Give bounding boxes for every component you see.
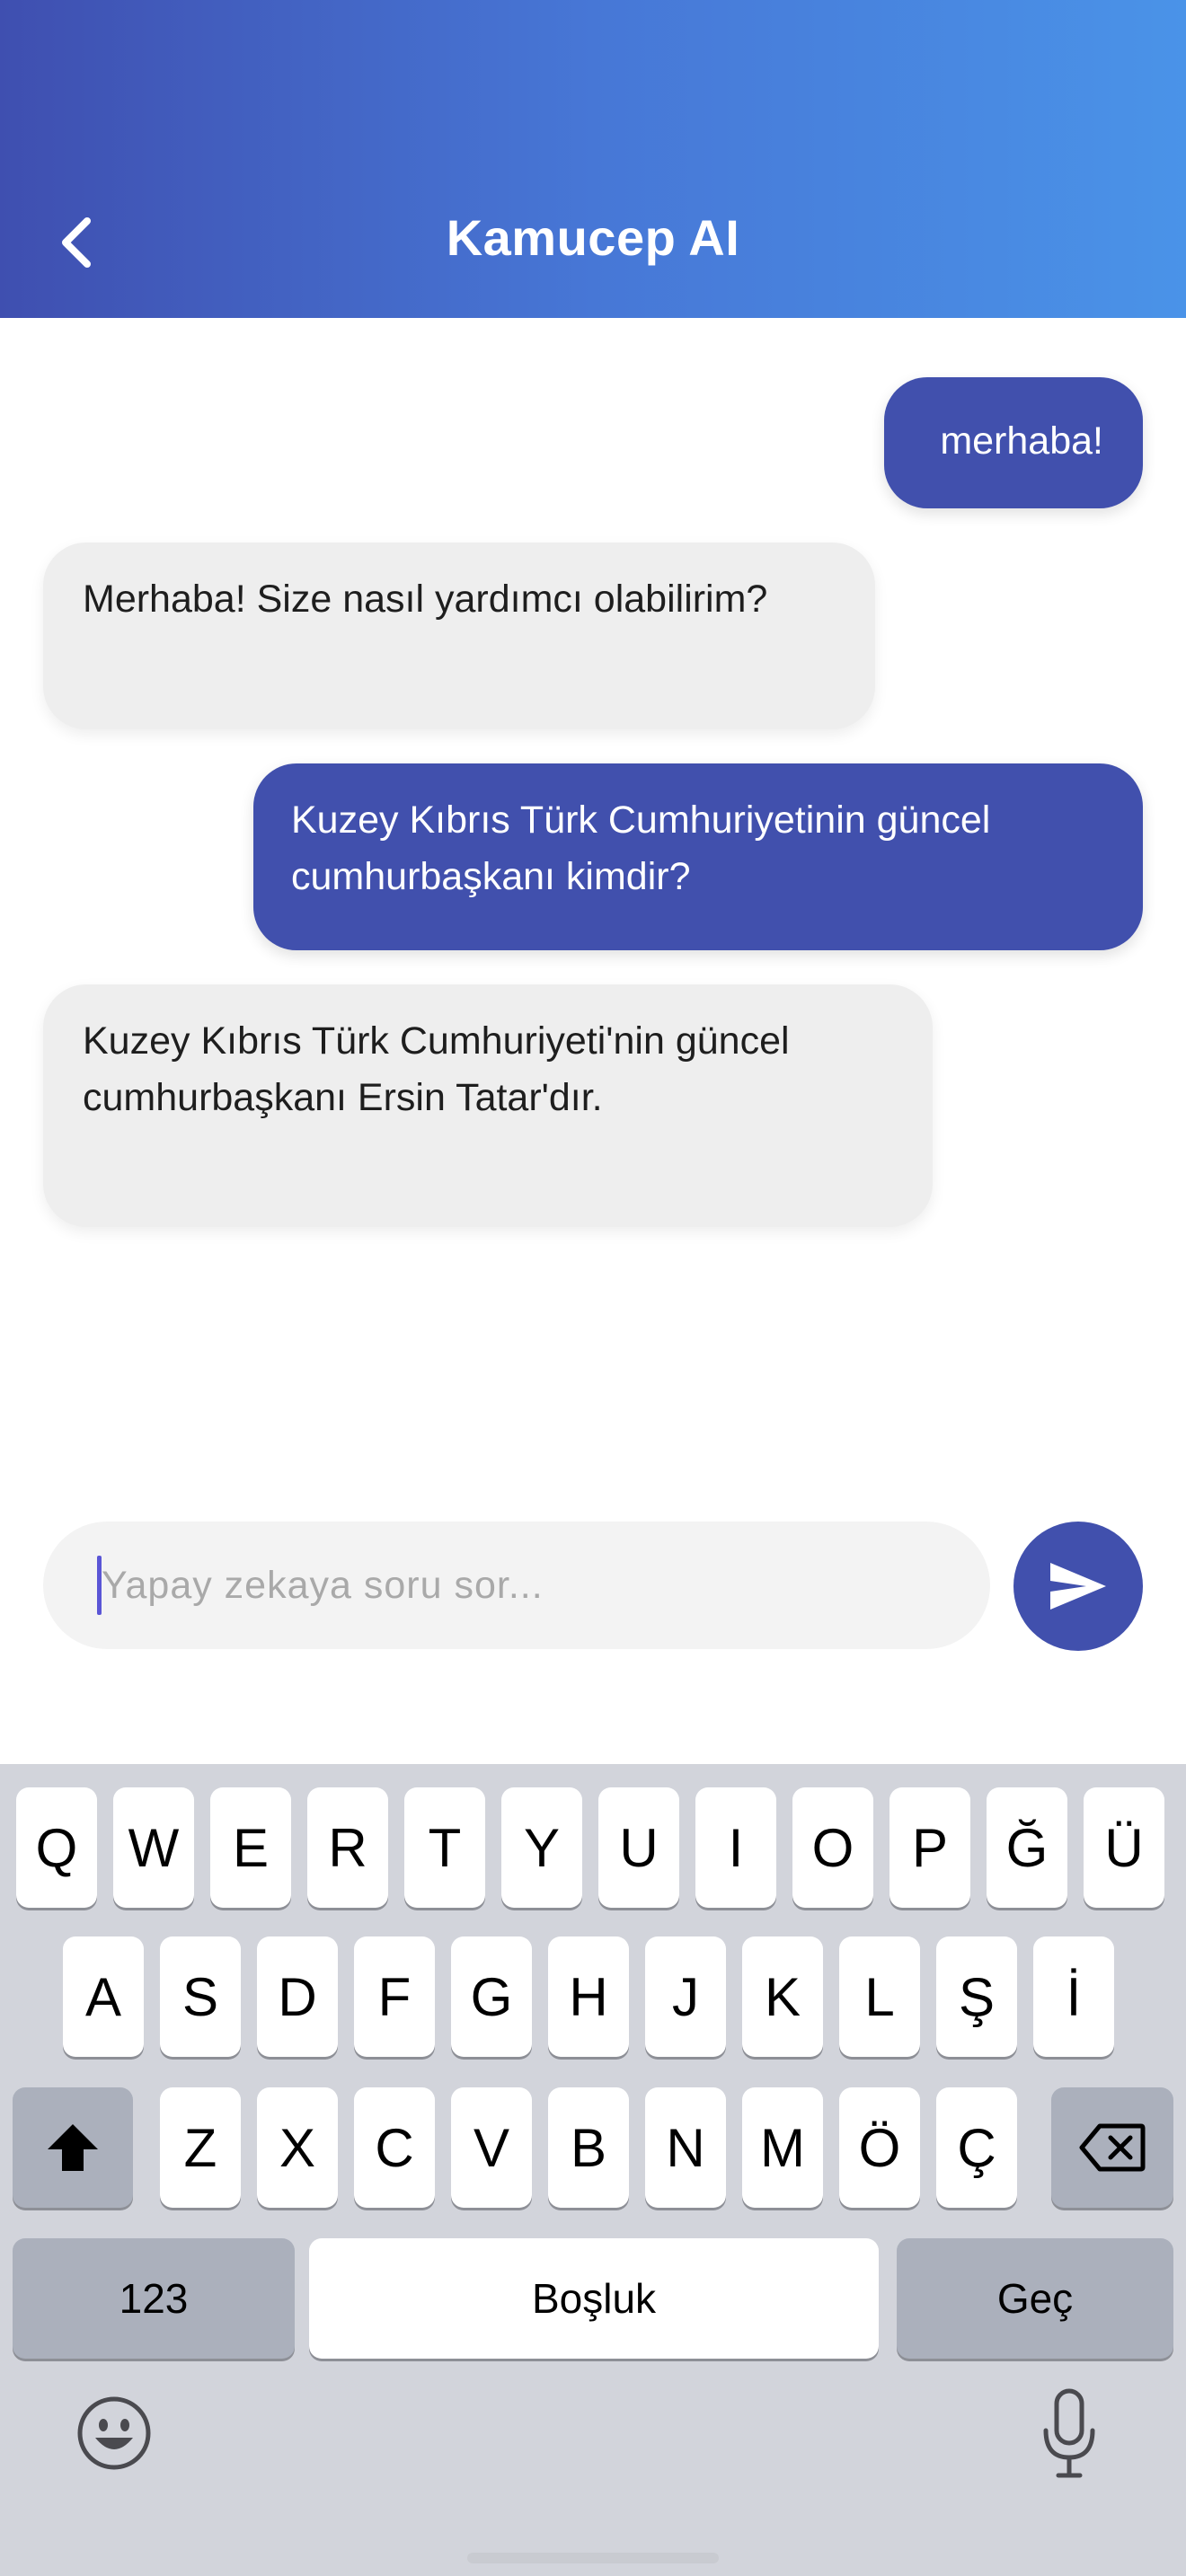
key-c-cedilla[interactable]: Ç bbox=[936, 2087, 1017, 2208]
space-key[interactable]: Boşluk bbox=[309, 2238, 879, 2359]
microphone-icon bbox=[1043, 2388, 1095, 2478]
message-text-line: Kuzey Kıbrıs Türk Cumhuriyetinin güncel bbox=[291, 798, 991, 842]
shift-icon bbox=[48, 2124, 98, 2171]
key-p[interactable]: P bbox=[890, 1787, 970, 1908]
input-placeholder: Yapay zekaya soru sor... bbox=[102, 1563, 544, 1607]
key-j[interactable]: J bbox=[645, 1936, 726, 2057]
send-button[interactable] bbox=[1013, 1522, 1143, 1651]
message-text-line: Kuzey Kıbrıs Türk Cumhuriyeti'nin güncel bbox=[83, 1019, 790, 1063]
key-z[interactable]: Z bbox=[160, 2087, 241, 2208]
shift-key[interactable] bbox=[13, 2087, 133, 2208]
key-v[interactable]: V bbox=[451, 2087, 532, 2208]
key-l[interactable]: L bbox=[839, 1936, 920, 2057]
user-message: Kuzey Kıbrıs Türk Cumhuriyetinin güncel … bbox=[253, 763, 1143, 950]
key-o-umlaut[interactable]: Ö bbox=[839, 2087, 920, 2208]
key-d[interactable]: D bbox=[257, 1936, 338, 2057]
backspace-key[interactable] bbox=[1051, 2087, 1173, 2208]
key-y[interactable]: Y bbox=[501, 1787, 582, 1908]
home-indicator bbox=[467, 2553, 719, 2563]
emoji-button[interactable] bbox=[74, 2393, 155, 2474]
numbers-key[interactable]: 123 bbox=[13, 2238, 295, 2359]
key-k[interactable]: K bbox=[742, 1936, 823, 2057]
key-b[interactable]: B bbox=[548, 2087, 629, 2208]
composer: Yapay zekaya soru sor... bbox=[0, 1518, 1186, 1653]
app-header: Kamucep AI bbox=[0, 0, 1186, 318]
key-t[interactable]: T bbox=[404, 1787, 485, 1908]
key-h[interactable]: H bbox=[548, 1936, 629, 2057]
key-u[interactable]: U bbox=[598, 1787, 679, 1908]
key-a[interactable]: A bbox=[63, 1936, 144, 2057]
key-s[interactable]: S bbox=[160, 1936, 241, 2057]
message-text: Merhaba! Size nasıl yardımcı olabilirim? bbox=[83, 578, 768, 621]
keyboard: Q W E R T Y U I O P Ğ Ü A S D F G H J K … bbox=[0, 1764, 1186, 2576]
key-g[interactable]: G bbox=[451, 1936, 532, 2057]
bot-message: Kuzey Kıbrıs Türk Cumhuriyeti'nin güncel… bbox=[43, 984, 933, 1227]
message-text-line: cumhurbaşkanı Ersin Tatar'dır. bbox=[83, 1076, 603, 1119]
key-u-umlaut[interactable]: Ü bbox=[1084, 1787, 1164, 1908]
key-e[interactable]: E bbox=[210, 1787, 291, 1908]
key-i-dotless[interactable]: I bbox=[695, 1787, 776, 1908]
key-m[interactable]: M bbox=[742, 2087, 823, 2208]
emoji-icon bbox=[77, 2396, 151, 2470]
key-x[interactable]: X bbox=[257, 2087, 338, 2208]
page-title: Kamucep AI bbox=[446, 209, 740, 266]
microphone-button[interactable] bbox=[1033, 2386, 1105, 2484]
message-text-line: cumhurbaşkanı kimdir? bbox=[291, 855, 691, 898]
question-input[interactable]: Yapay zekaya soru sor... bbox=[43, 1522, 990, 1649]
key-g-breve[interactable]: Ğ bbox=[987, 1787, 1067, 1908]
key-r[interactable]: R bbox=[307, 1787, 388, 1908]
key-o[interactable]: O bbox=[792, 1787, 873, 1908]
key-n[interactable]: N bbox=[645, 2087, 726, 2208]
user-message: merhaba! bbox=[884, 377, 1143, 508]
key-s-cedilla[interactable]: Ş bbox=[936, 1936, 1017, 2057]
send-icon bbox=[1050, 1563, 1106, 1610]
return-key[interactable]: Geç bbox=[897, 2238, 1173, 2359]
key-f[interactable]: F bbox=[354, 1936, 435, 2057]
key-c[interactable]: C bbox=[354, 2087, 435, 2208]
backspace-icon bbox=[1079, 2123, 1146, 2172]
key-q[interactable]: Q bbox=[16, 1787, 97, 1908]
bot-message: Merhaba! Size nasıl yardımcı olabilirim? bbox=[43, 543, 875, 729]
message-text: merhaba! bbox=[940, 419, 1103, 463]
key-i-dotted[interactable]: İ bbox=[1033, 1936, 1114, 2057]
key-w[interactable]: W bbox=[113, 1787, 194, 1908]
